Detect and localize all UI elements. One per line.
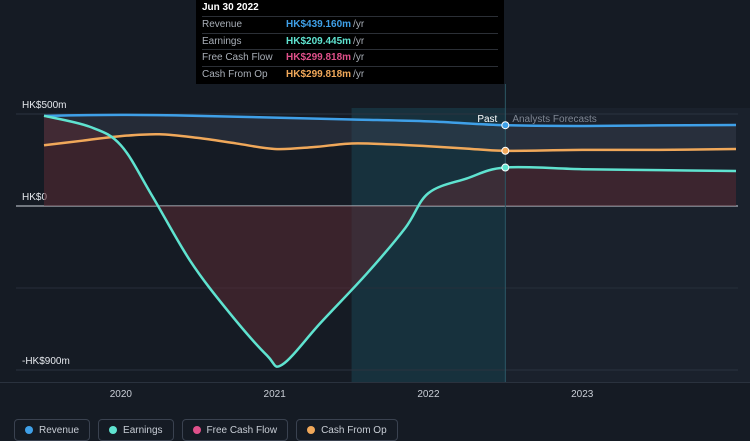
tooltip-label: Free Cash Flow — [202, 52, 273, 63]
legend-label: Earnings — [123, 424, 163, 436]
tooltip-row-revenue: Revenue HK$439.160m /yr — [202, 16, 498, 33]
x-tick-label: 2022 — [417, 389, 440, 400]
chart-widget: HK$500m HK$0 -HK$900m 2020 2021 2022 2023 Past A… — [0, 0, 750, 441]
cash-from-op-marker — [501, 146, 510, 155]
legend-item-cash-from-op[interactable]: Cash From Op — [296, 419, 398, 441]
tooltip-label: Cash From Op — [202, 68, 268, 80]
revenue-marker — [501, 121, 510, 130]
tooltip-date: Jun 30 2022 — [202, 2, 259, 13]
dot-icon — [192, 426, 201, 434]
legend-item-revenue[interactable]: Revenue — [14, 419, 91, 441]
dot-icon — [25, 426, 33, 434]
legend-item-earnings[interactable]: Earnings — [98, 419, 174, 441]
tooltip-unit: /yr — [353, 19, 365, 30]
legend-label: Free Cash Flow — [206, 424, 278, 436]
tooltip-unit: /yr — [353, 52, 365, 63]
tooltip-label: Revenue — [202, 19, 243, 30]
y-tick-label: HK$0 — [22, 192, 47, 203]
x-tick-label: 2023 — [571, 389, 594, 400]
tooltip-label: Earnings — [202, 35, 242, 47]
legend-item-free-cash-flow[interactable]: Free Cash Flow — [181, 419, 289, 441]
y-tick-label: -HK$900m — [22, 356, 70, 367]
legend: Revenue Earnings Free Cash Flow Cash Fro… — [14, 419, 398, 441]
tooltip: Jun 30 2022 Revenue HK$439.160m /yr Earn… — [196, 0, 504, 84]
y-tick-label: HK$500m — [22, 100, 66, 111]
legend-label: Cash From Op — [321, 424, 387, 436]
tooltip-unit: /yr — [353, 35, 365, 47]
x-tick-label: 2021 — [264, 389, 287, 400]
legend-label: Revenue — [39, 424, 80, 436]
forecast-label: Analysts Forecasts — [512, 114, 596, 125]
tooltip-value: HK$299.818m — [286, 68, 352, 80]
tooltip-value: HK$299.818m — [286, 52, 352, 63]
tooltip-row-fcf: Free Cash Flow HK$299.818m /yr — [202, 49, 498, 66]
tooltip-row-cfo: Cash From Op HK$299.818m /yr — [202, 65, 498, 83]
tooltip-value: HK$209.445m — [286, 35, 352, 47]
past-label: Past — [477, 114, 497, 125]
earnings-marker — [501, 163, 510, 172]
x-axis-line — [0, 382, 750, 383]
tooltip-row-earnings: Earnings HK$209.445m /yr — [202, 32, 498, 50]
dot-icon — [307, 426, 316, 434]
tooltip-value: HK$439.160m — [286, 19, 352, 30]
tooltip-unit: /yr — [353, 68, 365, 80]
x-tick-label: 2020 — [110, 389, 133, 400]
dot-icon — [109, 426, 118, 434]
